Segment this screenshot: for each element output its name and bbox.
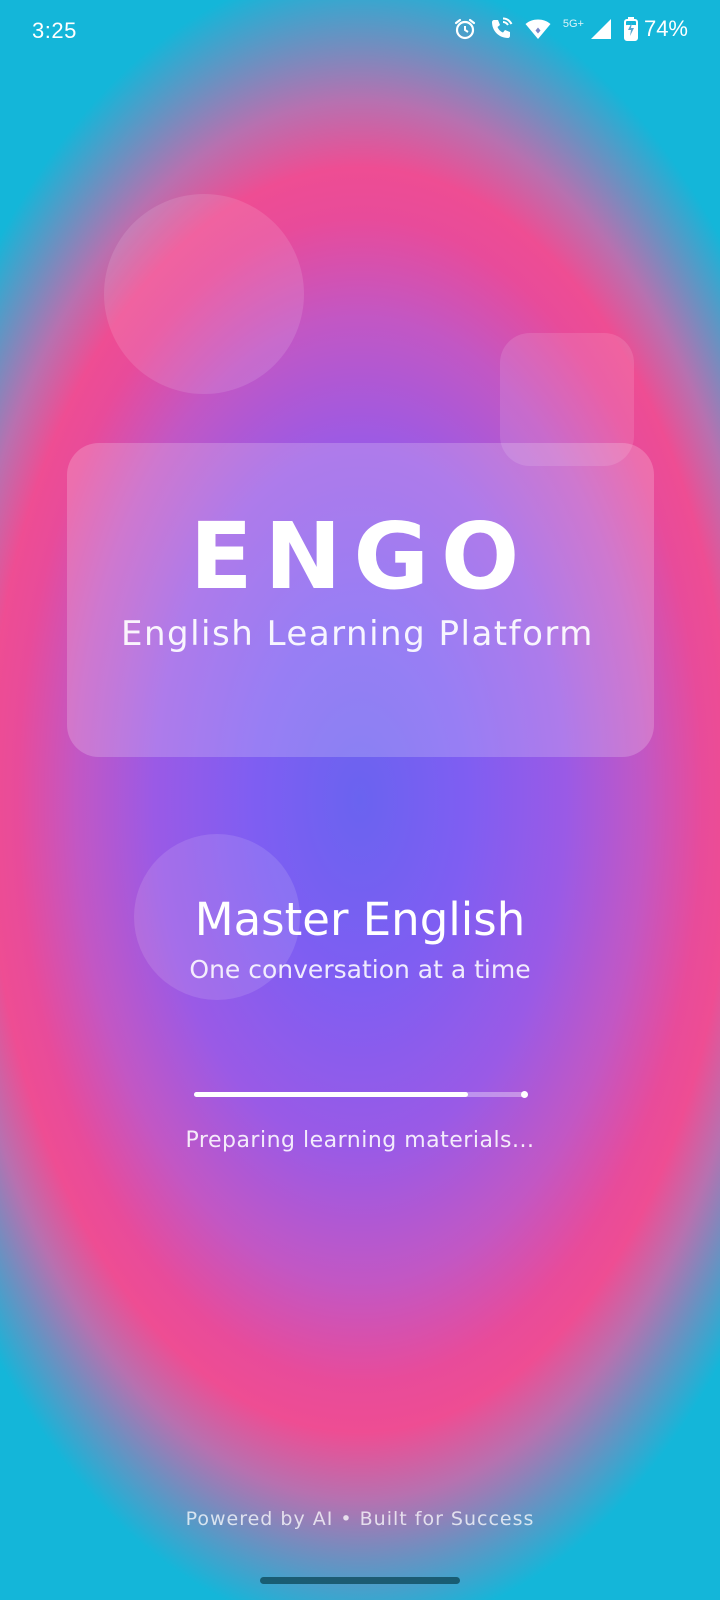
loading-status-text: Preparing learning materials... (185, 1128, 535, 1153)
status-bar: 3:25 5G+ 74% (0, 0, 720, 64)
hero-title: Master English (194, 893, 526, 946)
wifi-calling-icon (491, 17, 513, 38)
loading-progress-bar (194, 1090, 528, 1098)
brand-card: ENGO English Learning Platform (67, 443, 654, 757)
alarm-icon (454, 18, 475, 40)
status-time: 3:25 (32, 18, 77, 43)
decorative-circle-top (104, 194, 304, 394)
app-logo-text: ENGO (189, 503, 532, 610)
hero-subtitle: One conversation at a time (189, 955, 531, 984)
app-tagline: English Learning Platform (121, 614, 594, 654)
footer-credit: Powered by AI • Built for Success (185, 1508, 535, 1530)
home-indicator[interactable] (260, 1577, 460, 1584)
network-type-label: 5G+ (562, 18, 584, 30)
cell-signal-icon (590, 19, 611, 39)
battery-charging-icon (623, 17, 638, 41)
wifi-icon (525, 19, 551, 39)
progress-fill (194, 1092, 468, 1097)
status-icons: 5G+ 74% (453, 16, 688, 42)
battery-percentage: 74% (643, 16, 688, 41)
progress-end-dot (521, 1091, 528, 1098)
